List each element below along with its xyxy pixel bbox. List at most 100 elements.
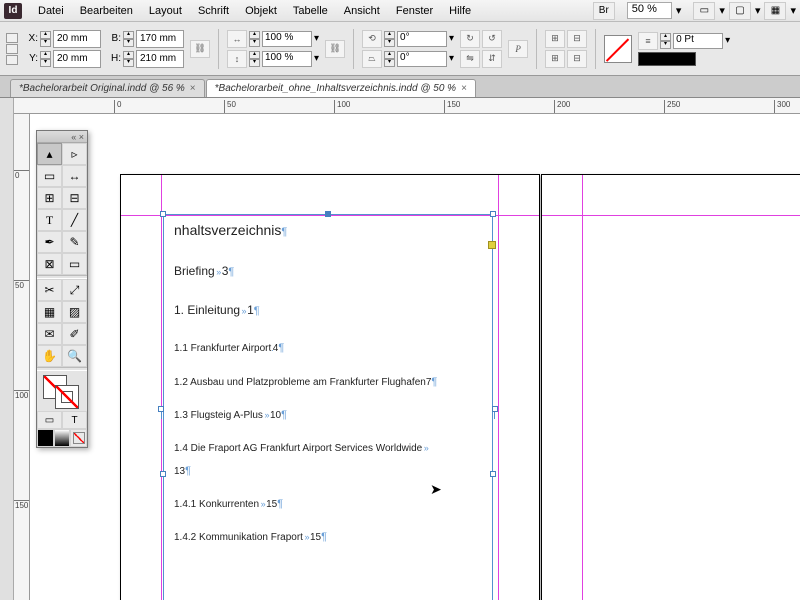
stroke-proxy[interactable] (55, 385, 79, 409)
tab-close-icon[interactable]: × (461, 83, 467, 94)
menu-tabelle[interactable]: Tabelle (285, 2, 336, 20)
apply-none-icon[interactable] (70, 429, 87, 447)
menu-hilfe[interactable]: Hilfe (441, 2, 479, 20)
selection-tool[interactable]: ▴ (37, 143, 62, 165)
formatting-container-icon[interactable]: ▭ (37, 411, 62, 429)
panel-header[interactable]: « × (37, 131, 87, 143)
page-right[interactable] (541, 174, 800, 600)
rotate-ccw-icon[interactable]: ↺ (482, 30, 502, 48)
align-4-icon[interactable]: ⊟ (567, 50, 587, 68)
menu-objekt[interactable]: Objekt (237, 2, 285, 20)
zoom-tool[interactable]: 🔍 (62, 345, 87, 367)
zoom-select[interactable]: 50 % (627, 2, 672, 19)
stroke-weight-input[interactable]: 0 Pt (673, 33, 723, 49)
scale-x-input[interactable]: 100 % (262, 31, 312, 47)
w-input[interactable] (136, 30, 184, 48)
fill-stroke-proxy[interactable] (37, 371, 87, 411)
rotate-cw-icon[interactable]: ↻ (460, 30, 480, 48)
text-frame-selected[interactable]: nhaltsverzeichnis¶ Briefing » 3¶ 1. Einl… (163, 214, 493, 600)
arrange-icon[interactable]: ▦ (764, 2, 786, 20)
tools-panel[interactable]: « × ▴ ▹ ▭ ↔ ⊞ ⊟ T ╱ ✒ ✎ ⊠ ▭ ✂ ⤢ ▦ ▨ ✉ ✐ … (36, 130, 88, 448)
y-input[interactable] (53, 50, 101, 68)
line-tool[interactable]: ╱ (62, 209, 87, 231)
note-tool[interactable]: ✉ (37, 323, 62, 345)
page-tool[interactable]: ▭ (37, 165, 62, 187)
pen-tool[interactable]: ✒ (37, 231, 62, 253)
gap-tool[interactable]: ↔ (62, 165, 87, 187)
tab-close-icon[interactable]: × (190, 83, 196, 94)
handle-top-right[interactable] (490, 211, 496, 217)
gradient-feather-tool[interactable]: ▨ (62, 301, 87, 323)
content-collector-tool[interactable]: ⊞ (37, 187, 62, 209)
h-input[interactable] (136, 50, 184, 68)
menu-layout[interactable]: Layout (141, 2, 190, 20)
stroke-weight-spinner[interactable]: ▴▾ (660, 33, 671, 49)
rotate-input[interactable]: 0° (397, 31, 447, 47)
canvas[interactable]: nhaltsverzeichnis¶ Briefing » 3¶ 1. Einl… (30, 114, 800, 600)
horizontal-ruler[interactable]: 0 50 100 150 200 250 300 (14, 98, 800, 114)
p-icon[interactable]: P (508, 40, 528, 58)
scale-x-spinner[interactable]: ▴▾ (249, 31, 260, 47)
direct-selection-tool[interactable]: ▹ (62, 143, 87, 165)
w-spinner[interactable]: ▴▾ (123, 31, 134, 47)
shear-input[interactable]: 0° (397, 51, 447, 67)
apply-color-icon[interactable] (37, 429, 54, 447)
align-1-icon[interactable]: ⊞ (545, 30, 565, 48)
pencil-tool[interactable]: ✎ (62, 231, 87, 253)
h-spinner[interactable]: ▴▾ (123, 51, 134, 67)
flip-h-icon[interactable]: ⇋ (460, 50, 480, 68)
align-2-icon[interactable]: ⊟ (567, 30, 587, 48)
constrain-icon[interactable]: ⛓ (190, 40, 210, 58)
handle-top-center[interactable] (325, 211, 331, 217)
gradient-swatch-tool[interactable]: ▦ (37, 301, 62, 323)
flip-v-icon[interactable]: ⇵ (482, 50, 502, 68)
view-mode-icon[interactable]: ▭ (693, 2, 715, 20)
screen-mode-icon[interactable]: ▢ (729, 2, 751, 20)
rotate-spinner[interactable]: ▴▾ (384, 31, 395, 47)
handle-top-left[interactable] (160, 211, 166, 217)
shear-spinner[interactable]: ▴▾ (384, 51, 395, 67)
toc-entry: 1.4 Die Fraport AG Frankfurt Airport Ser… (174, 443, 422, 454)
menu-bearbeiten[interactable]: Bearbeiten (72, 2, 141, 20)
scale-y-input[interactable]: 100 % (262, 51, 312, 67)
fill-swatch[interactable] (604, 35, 632, 63)
vruler-tick: 50 (14, 280, 29, 290)
port-handle[interactable] (492, 406, 498, 412)
align-3-icon[interactable]: ⊞ (545, 50, 565, 68)
toc-content: nhaltsverzeichnis¶ Briefing » 3¶ 1. Einl… (164, 215, 492, 570)
rectangle-frame-tool[interactable]: ⊠ (37, 253, 62, 275)
ruler-tick: 200 (554, 100, 570, 113)
scissors-tool[interactable]: ✂ (37, 279, 62, 301)
vruler-tick: 100 (14, 390, 29, 400)
menu-schrift[interactable]: Schrift (190, 2, 237, 20)
menu-fenster[interactable]: Fenster (388, 2, 441, 20)
type-tool[interactable]: T (37, 209, 62, 231)
rectangle-tool[interactable]: ▭ (62, 253, 87, 275)
menu-ansicht[interactable]: Ansicht (336, 2, 388, 20)
menu-datei[interactable]: Datei (30, 2, 72, 20)
constrain-scale-icon[interactable]: ⛓ (325, 40, 345, 58)
port-handle[interactable] (158, 406, 164, 412)
vertical-ruler[interactable]: 0 50 100 150 (14, 114, 30, 600)
free-transform-tool[interactable]: ⤢ (62, 279, 87, 301)
formatting-text-icon[interactable]: T (62, 411, 87, 429)
bridge-icon[interactable]: Br (593, 2, 615, 20)
hand-tool[interactable]: ✋ (37, 345, 62, 367)
apply-gradient-icon[interactable] (54, 429, 71, 447)
stroke-style[interactable] (638, 52, 696, 66)
scale-y-spinner[interactable]: ▴▾ (249, 51, 260, 67)
out-port-icon[interactable] (488, 241, 496, 249)
handle-mid-left[interactable] (160, 471, 166, 477)
x-spinner[interactable]: ▴▾ (40, 31, 51, 47)
x-input[interactable] (53, 30, 101, 48)
ruler-tick: 250 (664, 100, 680, 113)
ruler-tick: 150 (444, 100, 460, 113)
content-placer-tool[interactable]: ⊟ (62, 187, 87, 209)
y-label: Y: (24, 53, 38, 64)
doc-tab-1[interactable]: *Bachelorarbeit Original.indd @ 56 %× (10, 79, 205, 97)
reference-point[interactable] (6, 33, 18, 65)
handle-mid-right[interactable] (490, 471, 496, 477)
eyedropper-tool[interactable]: ✐ (62, 323, 87, 345)
doc-tab-2[interactable]: *Bachelorarbeit_ohne_Inhaltsverzeichnis.… (206, 79, 476, 97)
y-spinner[interactable]: ▴▾ (40, 51, 51, 67)
